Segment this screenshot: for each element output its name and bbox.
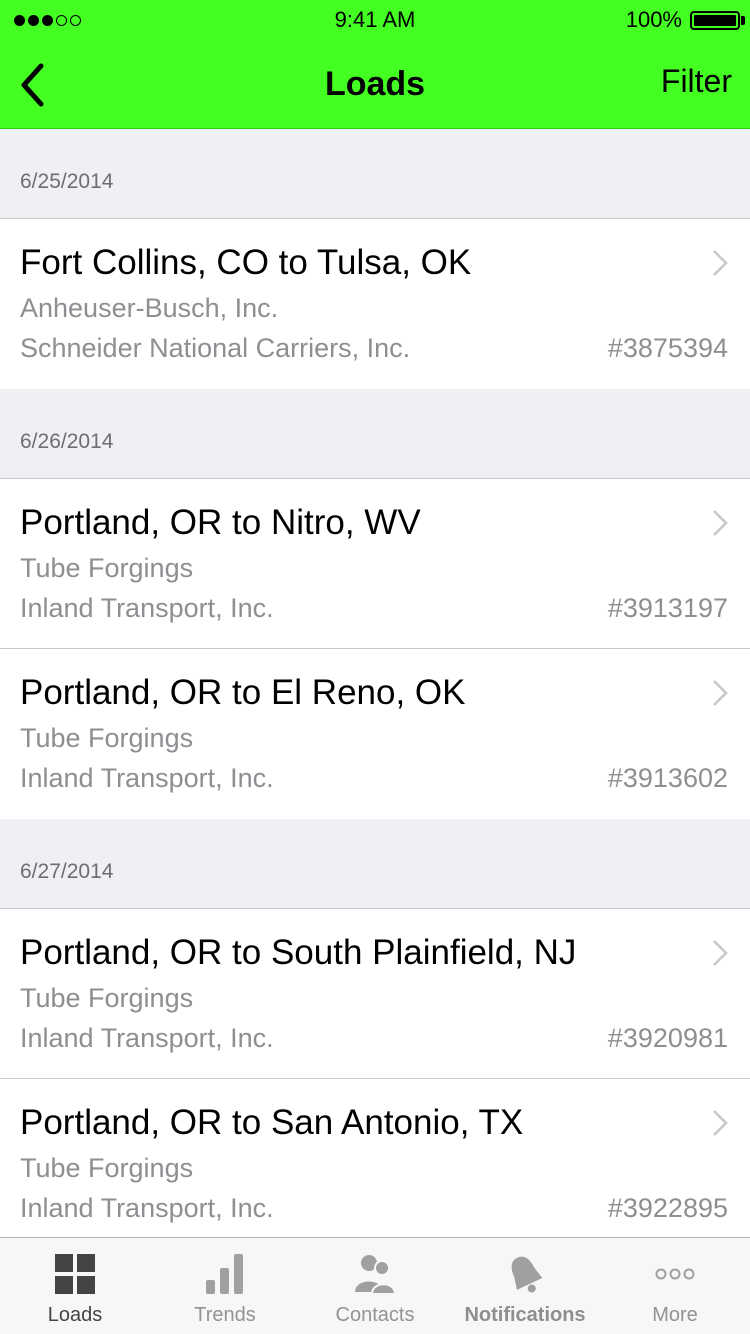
section-header: 6/25/2014 — [0, 129, 750, 219]
load-row[interactable]: Portland, OR to Nitro, WV Tube Forgings … — [0, 479, 750, 649]
navigation-bar: Loads Filter — [0, 40, 750, 129]
load-shipper: Anheuser-Busch, Inc. — [20, 293, 279, 323]
tab-bar: Loads Trends Contacts Notifications More — [0, 1237, 750, 1334]
load-route: Fort Collins, CO to Tulsa, OK — [20, 243, 472, 282]
bar-chart-icon — [206, 1254, 243, 1294]
load-carrier: Inland Transport, Inc. — [20, 763, 274, 793]
load-row[interactable]: Portland, OR to El Reno, OK Tube Forging… — [0, 649, 750, 819]
chevron-right-icon — [713, 680, 728, 706]
load-carrier: Inland Transport, Inc. — [20, 1193, 274, 1223]
load-row[interactable]: Portland, OR to South Plainfield, NJ Tub… — [0, 909, 750, 1079]
chevron-right-icon — [713, 1110, 728, 1136]
load-route: Portland, OR to El Reno, OK — [20, 673, 466, 712]
more-icon — [655, 1268, 695, 1280]
tab-notifications[interactable]: Notifications — [450, 1238, 600, 1334]
chevron-right-icon — [713, 250, 728, 276]
load-route: Portland, OR to South Plainfield, NJ — [20, 933, 577, 972]
status-bar: 9:41 AM 100% — [0, 0, 750, 40]
tab-label: More — [652, 1304, 698, 1326]
loads-list[interactable]: 6/25/2014 Fort Collins, CO to Tulsa, OK … — [0, 129, 750, 1237]
section-date: 6/26/2014 — [20, 430, 114, 453]
load-row[interactable]: Portland, OR to San Antonio, TX Tube For… — [0, 1079, 750, 1237]
section-header: 6/26/2014 — [0, 389, 750, 479]
tab-contacts[interactable]: Contacts — [300, 1238, 450, 1334]
chevron-right-icon — [713, 940, 728, 966]
load-shipper: Tube Forgings — [20, 1153, 194, 1183]
tab-label: Loads — [47, 1304, 103, 1326]
load-number: #3875394 — [607, 333, 728, 363]
load-number: #3913197 — [607, 593, 728, 623]
load-route: Portland, OR to San Antonio, TX — [20, 1103, 524, 1142]
contacts-icon — [355, 1255, 397, 1295]
section-date: 6/27/2014 — [20, 860, 114, 883]
load-carrier: Inland Transport, Inc. — [20, 593, 274, 623]
tab-label: Trends — [194, 1304, 256, 1326]
bell-icon — [511, 1256, 543, 1293]
battery-tip — [741, 16, 745, 25]
load-carrier: Schneider National Carriers, Inc. — [20, 333, 411, 363]
load-shipper: Tube Forgings — [20, 553, 194, 583]
tab-more[interactable]: More — [600, 1238, 750, 1334]
section-date: 6/25/2014 — [20, 170, 114, 193]
load-shipper: Tube Forgings — [20, 723, 194, 753]
tab-trends[interactable]: Trends — [150, 1238, 300, 1334]
section-header: 6/27/2014 — [0, 819, 750, 909]
tab-loads[interactable]: Loads — [0, 1238, 150, 1334]
page-title: Loads — [324, 65, 426, 103]
load-number: #3922895 — [607, 1193, 728, 1223]
load-route: Portland, OR to Nitro, WV — [20, 503, 421, 542]
tab-label: Contacts — [335, 1304, 415, 1326]
tab-label: Notifications — [464, 1304, 586, 1326]
battery-percentage: 100% — [625, 7, 682, 32]
chevron-right-icon — [713, 510, 728, 536]
load-row[interactable]: Fort Collins, CO to Tulsa, OK Anheuser-B… — [0, 219, 750, 389]
grid-icon — [55, 1254, 95, 1294]
load-shipper: Tube Forgings — [20, 983, 194, 1013]
filter-button[interactable]: Filter — [661, 63, 732, 100]
load-number: #3913602 — [607, 763, 728, 793]
load-carrier: Inland Transport, Inc. — [20, 1023, 274, 1053]
load-number: #3920981 — [607, 1023, 728, 1053]
battery-icon — [690, 11, 740, 30]
